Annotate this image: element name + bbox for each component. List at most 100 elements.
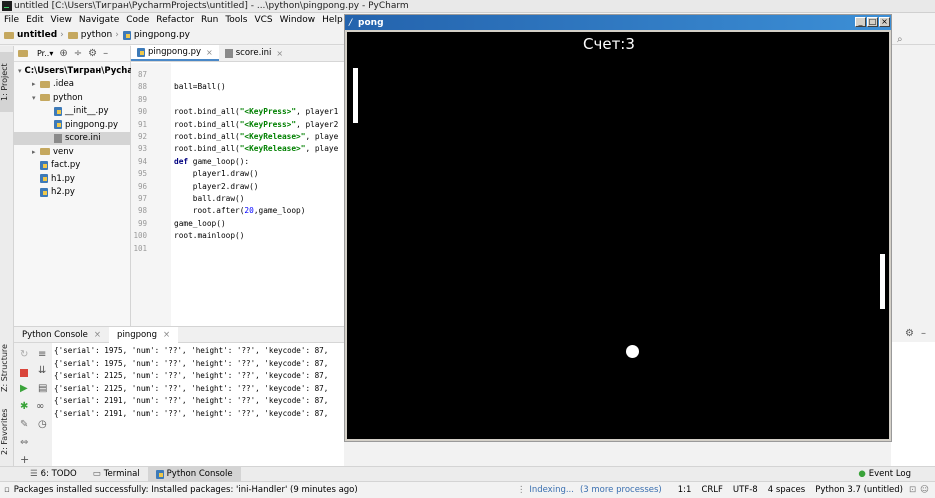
menu-file[interactable]: File — [4, 15, 19, 25]
more-processes-link[interactable]: (3 more processes) — [580, 485, 662, 495]
menu-window[interactable]: Window — [280, 15, 316, 25]
project-view-selector[interactable]: Pr..▾ — [37, 49, 53, 58]
code-line[interactable]: root.after(20,game_loop) — [174, 206, 306, 215]
tree-item[interactable]: pingpong.py — [14, 118, 130, 132]
code-line[interactable]: root.bind_all("<KeyPress>", player2 — [174, 120, 338, 129]
cursor-position[interactable]: 1:1 — [678, 485, 692, 495]
stop-icon[interactable] — [20, 369, 28, 377]
tree-item[interactable]: ▸ venv — [14, 145, 130, 159]
line-number: 93 — [137, 144, 147, 154]
tree-item[interactable]: score.ini — [14, 131, 130, 145]
tree-item[interactable]: ▾ python — [14, 91, 130, 105]
tree-item[interactable]: h2.py — [14, 186, 130, 200]
rerun-icon[interactable]: ↻ — [20, 349, 30, 360]
tab-score-ini[interactable]: score.ini × — [219, 45, 289, 61]
minimize-icon[interactable]: – — [921, 328, 926, 339]
print-icon[interactable]: ▤ — [38, 383, 48, 394]
add-icon[interactable]: + — [20, 453, 30, 466]
collapse-icon[interactable]: ÷ — [74, 48, 82, 59]
chevron-right-icon[interactable]: ▸ — [32, 80, 40, 88]
glasses-icon[interactable]: ∞ — [36, 401, 46, 412]
event-log-button[interactable]: ● Event Log — [850, 467, 919, 482]
clock-icon[interactable]: ◷ — [38, 419, 48, 430]
code-line[interactable]: game_loop() — [174, 219, 226, 228]
close-icon[interactable]: × — [276, 49, 283, 58]
python-file-icon — [122, 30, 131, 40]
gear-icon[interactable]: ⚙ — [88, 48, 97, 59]
code-line[interactable]: def game_loop(): — [174, 157, 249, 166]
line-number: 90 — [137, 107, 147, 117]
menu-tools[interactable]: Tools — [225, 15, 247, 25]
code-line[interactable]: root.bind_all("<KeyPress>", player1 — [174, 107, 338, 116]
line-number: 94 — [137, 156, 147, 166]
console-line: {'serial': 2125, 'num': '??', 'height': … — [54, 371, 329, 381]
menu-help[interactable]: Help — [322, 15, 343, 25]
maximize-button[interactable]: □ — [867, 17, 878, 27]
menu-refactor[interactable]: Refactor — [156, 15, 194, 25]
project-tool-tab[interactable]: 1: Project — [0, 52, 14, 112]
code-line[interactable]: root.bind_all("<KeyRelease>", playe — [174, 132, 338, 141]
close-icon[interactable]: × — [163, 330, 170, 340]
folder-icon — [4, 31, 14, 39]
interpreter-selector[interactable]: Python 3.7 (untitled) — [815, 485, 903, 495]
tab-pingpong-run[interactable]: pingpong × — [109, 326, 179, 343]
scroll-end-icon[interactable]: ⇊ — [38, 365, 48, 376]
code-line[interactable]: root.bind_all("<KeyRelease>", playe — [174, 144, 338, 153]
python-console-button[interactable]: Python Console — [147, 466, 241, 482]
code-editor[interactable]: pingpong.py × score.ini × 87 88 89 90 91 92 93… — [131, 45, 345, 326]
left-paddle — [353, 68, 358, 123]
line-separator[interactable]: CRLF — [701, 485, 722, 495]
pong-window-title: pong — [358, 17, 384, 28]
menu-code[interactable]: Code — [126, 15, 149, 25]
run-icon[interactable]: ▶ — [20, 383, 30, 394]
debug-icon[interactable]: ✱ — [20, 401, 30, 412]
target-icon[interactable]: ⊕ — [59, 48, 67, 59]
structure-tool-tab[interactable]: Z: Structure — [0, 338, 14, 398]
file-encoding[interactable]: UTF-8 — [733, 485, 758, 495]
close-button[interactable]: × — [879, 17, 890, 27]
breadcrumb-file[interactable]: pingpong.py — [134, 30, 190, 40]
lock-icon[interactable]: ⊡ — [909, 485, 916, 495]
tree-item[interactable]: __init__.py — [14, 105, 130, 119]
tree-item[interactable]: ▾ C:\Users\Тигран\Pycharm — [14, 64, 146, 78]
todo-button[interactable]: ☰ 6: TODO — [22, 467, 85, 482]
pong-titlebar[interactable]: / pong — [345, 15, 891, 30]
status-message[interactable]: Packages installed successfully: Install… — [14, 485, 358, 495]
tree-item[interactable]: fact.py — [14, 159, 130, 173]
menu-icon[interactable]: ≡ — [38, 349, 48, 360]
tab-python-console[interactable]: Python Console × — [14, 327, 109, 343]
settings-icon[interactable]: ✎ — [20, 419, 30, 430]
pin-icon[interactable]: ⇔ — [20, 437, 30, 448]
favorites-tool-tab[interactable]: 2: Favorites — [0, 402, 14, 462]
terminal-label: Terminal — [103, 469, 140, 479]
code-line[interactable]: ball=Ball() — [174, 82, 226, 91]
terminal-button[interactable]: ▭ Terminal — [85, 467, 148, 482]
minimize-icon[interactable]: – — [103, 48, 108, 59]
close-icon[interactable]: × — [206, 48, 213, 57]
tree-item[interactable]: h1.py — [14, 172, 130, 186]
code-line[interactable]: player1.draw() — [174, 169, 259, 178]
notification-icon[interactable]: ☺ — [920, 485, 929, 495]
tree-item[interactable]: ▸ .idea — [14, 78, 130, 92]
menu-run[interactable]: Run — [201, 15, 218, 25]
menu-edit[interactable]: Edit — [26, 15, 43, 25]
code-line[interactable]: player2.draw() — [174, 182, 259, 191]
menu-navigate[interactable]: Navigate — [79, 15, 119, 25]
pong-canvas[interactable]: Счет:3 — [347, 32, 889, 439]
pong-window[interactable]: / pong _ □ × Счет:3 — [344, 14, 892, 442]
code-line[interactable]: ball.draw() — [174, 194, 245, 203]
menu-view[interactable]: View — [51, 15, 72, 25]
chevron-down-icon[interactable]: ▾ — [18, 67, 22, 75]
indent-setting[interactable]: 4 spaces — [768, 485, 805, 495]
breadcrumb-folder[interactable]: python — [81, 30, 112, 40]
code-line[interactable]: root.mainloop() — [174, 231, 244, 240]
minimize-button[interactable]: _ — [855, 17, 866, 27]
menu-vcs[interactable]: VCS — [254, 15, 272, 25]
gear-icon[interactable]: ⚙ — [905, 328, 914, 339]
chevron-down-icon[interactable]: ▾ — [32, 94, 40, 102]
search-icon[interactable]: ⌕ — [897, 34, 903, 45]
close-icon[interactable]: × — [94, 330, 101, 340]
breadcrumb-project[interactable]: untitled — [17, 30, 57, 40]
chevron-right-icon[interactable]: ▸ — [32, 148, 40, 156]
tab-pingpong[interactable]: pingpong.py × — [131, 45, 219, 61]
